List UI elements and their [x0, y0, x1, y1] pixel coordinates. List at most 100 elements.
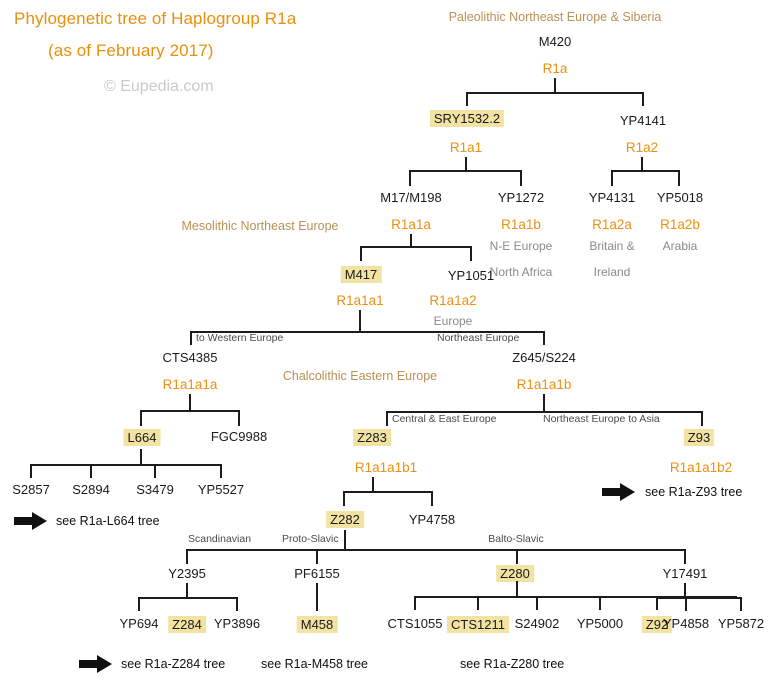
- connector-line: [138, 597, 140, 611]
- connector-line: [138, 597, 238, 599]
- connector-line: [516, 581, 518, 597]
- connector-line: [611, 170, 679, 172]
- node-s2894-snp: S2894: [72, 482, 110, 497]
- connector-line: [316, 549, 318, 564]
- connector-line: [186, 549, 686, 551]
- page-title-line1: Phylogenetic tree of Haplogroup R1a: [14, 9, 297, 28]
- node-yp1051-snp: YP1051: [447, 268, 495, 283]
- node-pf6155-snp: PF6155: [294, 566, 340, 581]
- connector-line: [701, 411, 703, 426]
- node-yp4131-haplogroup: R1a2a: [592, 217, 632, 232]
- connector-line: [316, 583, 318, 611]
- see-tree-link-z284[interactable]: see R1a-Z284 tree: [121, 658, 225, 671]
- connector-line: [190, 331, 192, 345]
- connector-line: [186, 549, 188, 564]
- node-yp5527-snp: YP5527: [197, 482, 245, 497]
- connector-line: [372, 477, 374, 492]
- phylogenetic-tree-diagram: Phylogenetic tree of Haplogroup R1a (as …: [0, 0, 780, 680]
- node-z645-snp: Z645/S224: [512, 350, 576, 365]
- connector-line: [520, 170, 522, 186]
- connector-line: [543, 394, 545, 412]
- era-label-chalcolithic: Chalcolithic Eastern Europe: [282, 369, 438, 383]
- node-cts4385-haplogroup: R1a1a1a: [162, 377, 218, 392]
- connector-line: [30, 464, 222, 466]
- node-yp4758-snp: YP4758: [408, 512, 456, 527]
- node-m17-snp: M17/M198: [380, 190, 442, 205]
- connector-line: [90, 464, 92, 478]
- node-yp5018-haplogroup: R1a2b: [660, 217, 700, 232]
- branch-label-balto-slavic: Balto-Slavic: [488, 533, 544, 545]
- node-yp4141-haplogroup: R1a2: [625, 140, 659, 155]
- connector-line: [554, 78, 556, 93]
- connector-line: [543, 331, 545, 345]
- connector-line: [642, 92, 644, 106]
- node-yp3896-snp: YP3896: [213, 616, 261, 631]
- connector-line: [431, 491, 433, 506]
- node-yp1272-region1: N-E Europe: [489, 239, 553, 253]
- connector-line: [599, 596, 601, 610]
- connector-line: [641, 157, 643, 171]
- connector-line: [220, 464, 222, 478]
- node-m420-haplogroup: R1a: [542, 61, 568, 76]
- node-z282-snp: Z282: [326, 511, 364, 528]
- connector-line: [189, 394, 191, 411]
- branch-label-northeast-europe-asia: Northeast Europe to Asia: [543, 413, 660, 425]
- node-z283-haplogroup: R1a1a1b1: [354, 460, 418, 475]
- node-yp1272-region2: North Africa: [489, 265, 553, 279]
- node-z280-snp: Z280: [496, 565, 534, 582]
- connector-line: [140, 449, 142, 465]
- connector-line: [154, 464, 156, 478]
- node-fgc9988-snp: FGC9988: [210, 429, 268, 444]
- era-label-paleolithic: Paleolithic Northeast Europe & Siberia: [448, 10, 662, 24]
- node-y17491-snp: Y17491: [662, 566, 708, 581]
- see-tree-link-l664[interactable]: see R1a-L664 tree: [56, 515, 160, 528]
- node-yp1051-haplogroup: R1a1a2: [429, 293, 477, 308]
- node-s3479-snp: S3479: [136, 482, 174, 497]
- connector-line: [386, 411, 388, 426]
- node-z93-haplogroup: R1a1a1b2: [669, 460, 733, 475]
- connector-line: [658, 597, 686, 599]
- node-cts4385-snp: CTS4385: [162, 350, 218, 365]
- connector-line: [140, 410, 240, 412]
- connector-line: [465, 157, 467, 171]
- connector-line: [466, 92, 644, 94]
- node-s2857-snp: S2857: [12, 482, 50, 497]
- node-yp5872-snp: YP5872: [717, 616, 765, 631]
- connector-line: [414, 596, 416, 610]
- node-m417-haplogroup: R1a1a1: [336, 293, 384, 308]
- node-s24902-snp: S24902: [514, 616, 560, 631]
- page-title-line2: (as of February 2017): [48, 41, 214, 60]
- node-z284-snp: Z284: [168, 616, 206, 633]
- node-yp1051-region1: Europe: [433, 314, 473, 328]
- connector-line: [343, 491, 433, 493]
- node-m420-snp: M420: [538, 34, 572, 49]
- node-yp1272-haplogroup: R1a1b: [501, 217, 541, 232]
- node-yp4131-region1: Britain &: [589, 239, 635, 253]
- connector-line: [466, 92, 468, 106]
- connector-line: [359, 310, 361, 332]
- connector-line: [685, 597, 742, 599]
- arrow-right-icon: [14, 512, 47, 530]
- connector-line: [536, 596, 538, 610]
- node-yp5018-snp: YP5018: [656, 190, 704, 205]
- connector-line: [685, 597, 687, 611]
- see-tree-link-z93[interactable]: see R1a-Z93 tree: [645, 486, 742, 499]
- node-yp5018-region1: Arabia: [662, 239, 698, 253]
- connector-line: [409, 170, 411, 186]
- node-yp4131-snp: YP4131: [588, 190, 636, 205]
- node-yp694-snp: YP694: [119, 616, 159, 631]
- see-tree-link-m458[interactable]: see R1a-M458 tree: [261, 658, 368, 671]
- arrow-right-icon: [602, 483, 635, 501]
- connector-line: [684, 549, 686, 564]
- node-z93-snp: Z93: [683, 429, 715, 446]
- node-cts1211-snp: CTS1211: [447, 616, 509, 633]
- node-yp4131-region2: Ireland: [593, 265, 631, 279]
- connector-line: [140, 410, 142, 426]
- see-tree-link-z280[interactable]: see R1a-Z280 tree: [460, 658, 564, 671]
- connector-line: [409, 170, 522, 172]
- connector-line: [343, 491, 345, 506]
- connector-line: [470, 246, 472, 261]
- node-y2395-snp: Y2395: [168, 566, 206, 581]
- node-yp4141-snp: YP4141: [619, 113, 667, 128]
- connector-line: [30, 464, 32, 478]
